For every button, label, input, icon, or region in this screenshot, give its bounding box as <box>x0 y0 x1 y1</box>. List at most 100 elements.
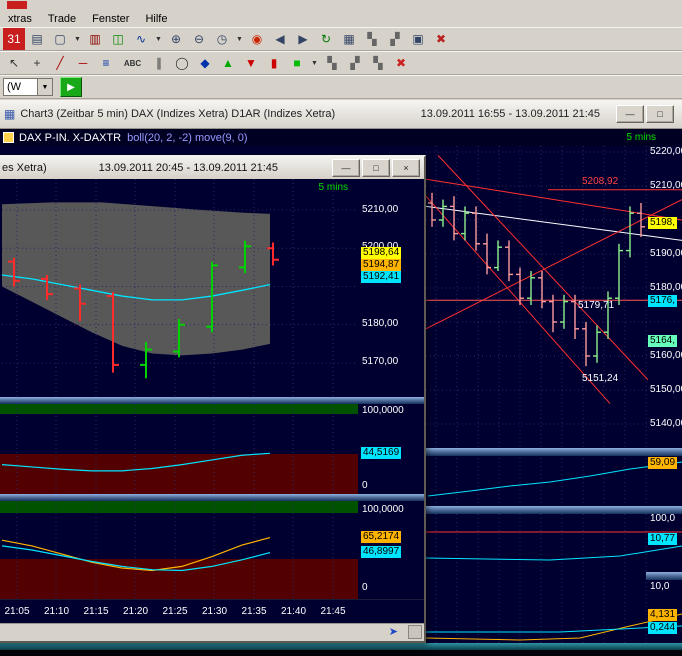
axis-label: 5190,00 <box>650 248 682 260</box>
chart-type-dropdown-icon[interactable]: ▼ <box>153 28 164 50</box>
step-pattern-2-icon[interactable]: ▞ <box>344 52 366 74</box>
instrument-studies: boll(20, 2, -2) move(9, 0) <box>127 132 247 144</box>
axis-label: 100,0000 <box>362 405 404 417</box>
child-indicator-pane-1[interactable]: 100,0000044,5169 <box>0 404 424 494</box>
text-tool-icon[interactable]: ABC <box>118 52 147 74</box>
crosshair-icon[interactable]: + <box>26 52 48 74</box>
delete-tool-icon[interactable]: ✖ <box>390 52 412 74</box>
compass-icon[interactable]: ◉ <box>246 28 268 50</box>
price-tag: 5176, <box>648 295 677 307</box>
anchor-point-icon[interactable]: ◆ <box>194 52 216 74</box>
price-tag: 5198,64 <box>361 247 401 259</box>
instrument-bar: DAX P-IN. X-DAXTR boll(20, 2, -2) move(9… <box>0 129 682 146</box>
application-chrome: xtrasTradeFensterHilfe 31▤▢▼▥◫∿▼⊕⊖◷▼◉◀▶↻… <box>0 0 682 100</box>
time-label: 21:40 <box>279 606 309 617</box>
parallel-channel-icon[interactable]: ∥ <box>148 52 170 74</box>
time-label: 21:35 <box>239 606 269 617</box>
marker-icon[interactable]: ▮ <box>263 52 285 74</box>
zoom-in-icon[interactable]: ⊕ <box>165 28 187 50</box>
buy-arrow-icon[interactable]: ▲ <box>217 52 239 74</box>
axis-label: 5160,00 <box>650 350 682 362</box>
time-label: 21:20 <box>121 606 151 617</box>
svg-text:5179,71: 5179,71 <box>578 300 615 311</box>
calendar-icon[interactable]: 31 <box>3 28 25 50</box>
new-chart-icon[interactable]: ▢ <box>49 28 71 50</box>
symbol-combo[interactable]: (W ▼ <box>3 78 53 96</box>
color-box-icon[interactable]: ■ <box>286 52 308 74</box>
period-dropdown-icon[interactable]: ▼ <box>234 28 245 50</box>
close-chart-icon[interactable]: ✖ <box>430 28 452 50</box>
resize-handle[interactable] <box>408 625 422 639</box>
app-icon <box>7 1 27 9</box>
axis-label: 5210,00 <box>650 180 682 192</box>
color-dropdown-icon[interactable]: ▼ <box>309 52 320 74</box>
chart-style-dropdown-icon[interactable]: ▼ <box>72 28 83 50</box>
time-label: 21:30 <box>200 606 230 617</box>
child-price-canvas[interactable] <box>0 179 358 397</box>
child-pane2-canvas[interactable] <box>0 501 358 599</box>
menu-item-xtras[interactable]: xtras <box>0 12 40 26</box>
back-icon[interactable]: ◀ <box>269 28 291 50</box>
bottom-strip <box>0 650 682 656</box>
price-tag: 59,09 <box>648 457 677 469</box>
instrument-symbols: DAX P-IN. X-DAXTR <box>19 132 121 144</box>
bar-chart-icon[interactable]: ▥ <box>84 28 106 50</box>
hline-icon[interactable]: ─ <box>72 52 94 74</box>
child-price-pane[interactable]: 5 mins 5210,005200,005180,005170,005198,… <box>0 179 424 397</box>
axis-label: 0 <box>362 582 368 594</box>
main-interval-label: 5 mins <box>627 132 656 143</box>
toolbar-row-3: (W ▼ ▶ <box>0 75 682 99</box>
price-tag: 5192,41 <box>361 271 401 283</box>
go-arrow-icon: ▶ <box>67 82 75 93</box>
time-label: 21:15 <box>81 606 111 617</box>
axis-label: 10,0 <box>650 581 669 593</box>
pane-separator[interactable] <box>0 494 424 501</box>
child-maximize-button[interactable]: □ <box>362 159 390 177</box>
status-strip <box>0 643 682 650</box>
refresh-icon[interactable]: ↻ <box>315 28 337 50</box>
trendline-icon[interactable]: ╱ <box>49 52 71 74</box>
menu-item-fenster[interactable]: Fenster <box>84 12 137 26</box>
child-scrollbar-area[interactable]: ➤ <box>0 623 424 641</box>
menu-bar: xtrasTradeFensterHilfe <box>0 10 682 27</box>
pane-separator[interactable] <box>646 572 682 580</box>
chart-template-icon[interactable]: ▤ <box>26 28 48 50</box>
time-label: 21:25 <box>160 606 190 617</box>
price-tag: 0,244 <box>648 622 677 634</box>
child-minimize-button[interactable]: — <box>332 159 360 177</box>
price-tag: 4,131 <box>648 609 677 621</box>
line-chart-icon[interactable]: ∿ <box>130 28 152 50</box>
axis-label: 5140,00 <box>650 418 682 430</box>
clock-icon[interactable]: ◷ <box>211 28 233 50</box>
child-pane1-canvas[interactable] <box>0 404 358 494</box>
go-button[interactable]: ▶ <box>60 77 82 97</box>
stairs-2-icon[interactable]: ▞ <box>384 28 406 50</box>
child-indicator-pane-2[interactable]: 100,0000065,217446,8997 <box>0 501 424 599</box>
grid-icon[interactable]: ▦ <box>338 28 360 50</box>
step-pattern-3-icon[interactable]: ▚ <box>367 52 389 74</box>
minimize-button[interactable]: — <box>616 105 644 123</box>
stairs-icon[interactable]: ▚ <box>361 28 383 50</box>
ellipse-tool-icon[interactable]: ◯ <box>171 52 193 74</box>
menu-item-trade[interactable]: Trade <box>40 12 84 26</box>
step-pattern-icon[interactable]: ▚ <box>321 52 343 74</box>
chevron-down-icon[interactable]: ▼ <box>37 79 52 95</box>
time-label: 21:45 <box>318 606 348 617</box>
forward-icon[interactable]: ▶ <box>292 28 314 50</box>
main-window-titlebar[interactable]: ▦ Chart3 (Zeitbar 5 min) DAX (Indizes Xe… <box>0 100 682 129</box>
child-window-titlebar[interactable]: es Xetra) 13.09.2011 20:45 - 13.09.2011 … <box>0 157 424 179</box>
fibonacci-icon[interactable]: ≡ <box>95 52 117 74</box>
toolbar-row-2: ↖+╱─≡ABC∥◯◆▲▼▮■▼▚▞▚✖ <box>0 51 682 75</box>
child-close-button[interactable]: × <box>392 159 420 177</box>
sell-arrow-icon[interactable]: ▼ <box>240 52 262 74</box>
cursor-icon[interactable]: ↖ <box>3 52 25 74</box>
maximize-button[interactable]: □ <box>646 105 674 123</box>
menu-item-hilfe[interactable]: Hilfe <box>137 12 175 26</box>
axis-label: 5150,00 <box>650 384 682 396</box>
main-window-daterange: 13.09.2011 16:55 - 13.09.2011 21:45 <box>421 108 600 120</box>
pointer-mode-button[interactable]: ➤ <box>389 625 398 638</box>
candle-chart-icon[interactable]: ◫ <box>107 28 129 50</box>
pane-separator[interactable] <box>0 397 424 404</box>
windows-layout-icon[interactable]: ▣ <box>407 28 429 50</box>
zoom-out-icon[interactable]: ⊖ <box>188 28 210 50</box>
